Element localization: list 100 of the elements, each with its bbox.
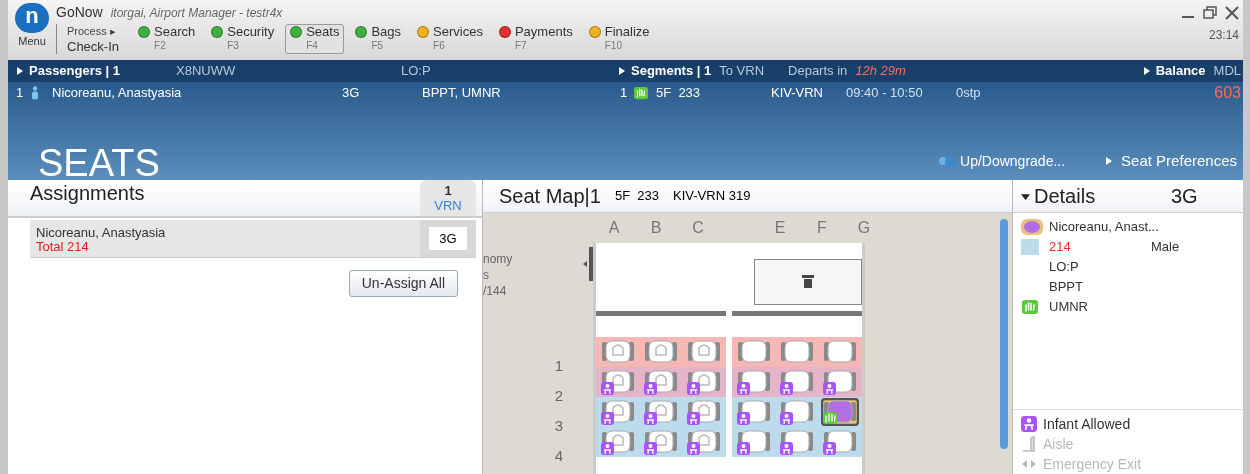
step-tab[interactable]: Bags F5 (350, 24, 407, 54)
app-logo[interactable]: n (15, 3, 49, 33)
hand-icon (1021, 300, 1039, 314)
person-icon (30, 86, 40, 100)
clock: 23:14 (1208, 27, 1239, 44)
balance-header[interactable]: Balance (1155, 61, 1206, 81)
people-icon (938, 155, 957, 168)
passenger-name[interactable]: Nicoreanu, Anastyasia (36, 226, 420, 240)
flight-time: 09:40 - 10:50 (846, 84, 924, 103)
lo-code: LO:P (1048, 258, 1080, 276)
seat[interactable] (734, 398, 773, 426)
seat[interactable] (734, 368, 773, 396)
departs-time: 12h 29m (855, 62, 906, 81)
panel-title: Assignments (29, 181, 146, 206)
segment-tab[interactable]: 1 VRN (420, 180, 476, 216)
passenger-name[interactable]: Nicoreanu, Anastyasia (52, 83, 342, 103)
destination: To VRN (719, 62, 765, 81)
unassign-all-button[interactable]: Un-Assign All (348, 270, 458, 297)
collapse-icon[interactable] (581, 247, 593, 281)
row-number: 3 (554, 416, 563, 436)
step-tab[interactable]: Seats F4 (285, 24, 345, 54)
user-info: itorgai, Airport Manager - testr4x (110, 5, 283, 22)
page-title: SEATS (37, 146, 160, 180)
upgrade-button[interactable]: Up/Downgrade... (938, 151, 1066, 172)
column-label: B (649, 218, 663, 238)
seat[interactable] (821, 398, 860, 426)
currency: MDL (1213, 62, 1241, 81)
caret-icon (618, 67, 626, 75)
details-seat: 3G (1171, 181, 1198, 211)
stops: 0stp (956, 84, 981, 103)
process-value: Check-In (67, 39, 120, 54)
column-label: A (607, 218, 621, 238)
step-tab[interactable]: Payments F7 (493, 24, 578, 54)
class-swatch (1021, 239, 1039, 255)
passenger-seat: 3G (342, 83, 422, 103)
legend-label: Emergency Exit (1043, 455, 1142, 474)
seat[interactable] (778, 338, 816, 366)
total-amount: 214 (1048, 238, 1072, 256)
infant-icon (1021, 416, 1037, 432)
cabin-label: nomy (483, 251, 514, 267)
seat-field[interactable]: 3G (429, 226, 467, 251)
seat[interactable] (778, 428, 816, 456)
route: KIV-VRN (771, 84, 824, 103)
row-number: 1 (554, 356, 563, 376)
seat[interactable] (598, 368, 637, 396)
restore-icon[interactable] (1203, 6, 1217, 20)
passenger-index: 1 (16, 84, 25, 103)
step-tab[interactable]: Search F2 (133, 24, 201, 54)
close-icon[interactable] (1225, 6, 1239, 20)
departs-label: Departs in (788, 62, 848, 81)
row-number: 2 (554, 386, 563, 406)
column-label: G (856, 218, 872, 238)
seat[interactable] (598, 428, 637, 456)
seat[interactable] (642, 368, 680, 396)
trash-icon (802, 275, 814, 289)
seat[interactable] (642, 428, 680, 456)
pnr: X8NUWW (176, 62, 237, 81)
seat-icon (1021, 219, 1043, 235)
caret-icon (16, 67, 24, 75)
step-tab[interactable]: Security F3 (206, 24, 280, 54)
caret-icon (1105, 156, 1114, 165)
umnr-code: UMNR (1048, 298, 1088, 316)
cabin-label: /144 (483, 283, 508, 299)
passengers-header[interactable]: Passengers | 1 (29, 61, 176, 81)
gender: Male (1151, 238, 1180, 256)
column-label: F (816, 218, 828, 238)
segments-header[interactable]: Segments | 1 (631, 61, 712, 81)
seat[interactable] (642, 338, 680, 366)
lo-code: LO:P (401, 62, 431, 81)
seat[interactable] (778, 398, 816, 426)
exit-arrows-icon (1021, 458, 1037, 470)
menu-label[interactable]: Menu (18, 33, 46, 50)
seat-icon (1021, 436, 1037, 452)
column-label: E (773, 218, 787, 238)
seat[interactable] (778, 368, 816, 396)
segment-index: 1 (620, 84, 629, 103)
column-label: C (691, 218, 705, 238)
seat[interactable] (734, 428, 773, 456)
passenger-name: Nicoreanu, Anast... (1049, 218, 1159, 236)
ssr-code: BPPT (1048, 278, 1084, 296)
caret-icon (1142, 67, 1151, 75)
passenger-ssr: BPPT, UMNR (422, 84, 501, 103)
seat[interactable] (598, 398, 637, 426)
legend-label: Infant Allowed (1043, 415, 1131, 434)
step-tab[interactable]: Finalize F10 (583, 24, 655, 54)
route: KIV-VRN 319 (673, 187, 751, 206)
balance-amount: 603 (1214, 83, 1242, 103)
caret-icon (1021, 191, 1030, 201)
scrollbar[interactable] (1000, 219, 1008, 449)
cabin-label: s (483, 267, 490, 283)
app-name: GoNow (56, 3, 103, 22)
details-toggle[interactable]: Details (1021, 181, 1171, 211)
legend-label: Aisle (1043, 435, 1074, 454)
flight-number: 5F 233 (656, 84, 702, 103)
seat[interactable] (642, 398, 680, 426)
panel-title: Seat Map|1 (499, 184, 601, 209)
process-label[interactable]: Process ▸ (67, 24, 120, 39)
step-tab[interactable]: Services F6 (412, 24, 488, 54)
seat-preferences-button[interactable]: Seat Preferences (1105, 149, 1243, 172)
flight-number: 5F 233 (614, 187, 660, 206)
